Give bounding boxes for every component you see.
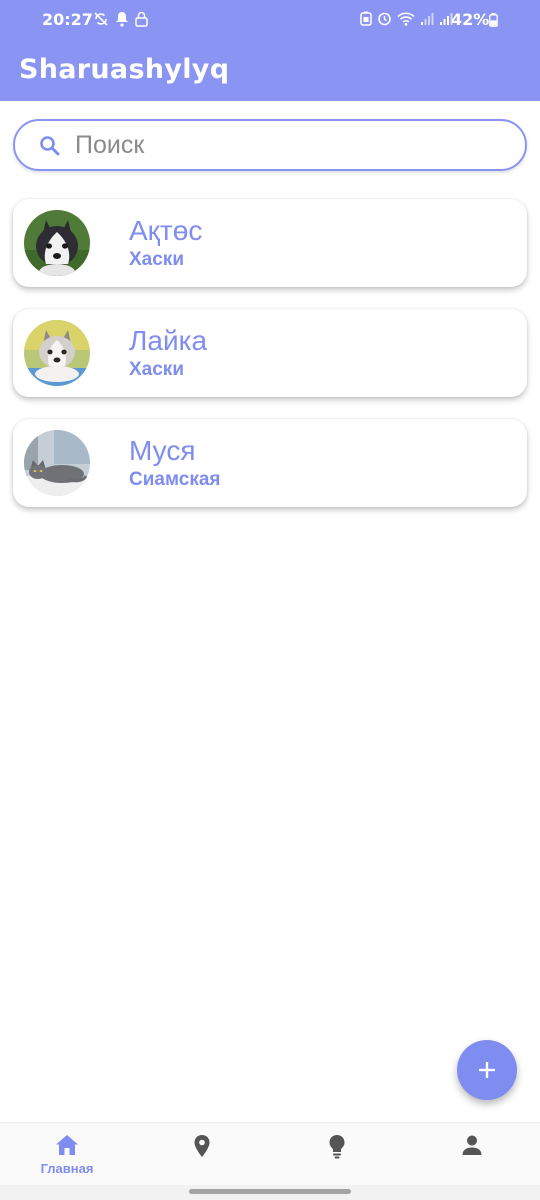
search-bar[interactable]: [13, 119, 527, 171]
husky-puppy-photo: [24, 210, 90, 276]
lock-icon: [135, 11, 148, 27]
pet-card[interactable]: Ақтөс Хаски: [13, 199, 527, 287]
pet-avatar: [24, 210, 90, 276]
lightbulb-icon: [329, 1135, 345, 1159]
pet-name: Муся: [129, 435, 196, 466]
home-icon: [56, 1135, 78, 1155]
signal-icon-sim1: [421, 12, 434, 25]
gray-cat-photo: [24, 430, 90, 496]
app-header: 20:27 42% Sharuashylyq: [0, 0, 540, 101]
nav-label-home: Главная: [40, 1161, 94, 1176]
pet-card[interactable]: Лайка Хаски: [13, 309, 527, 397]
notification-bell-icon: [116, 12, 128, 27]
pet-avatar: [24, 430, 90, 496]
alarm-icon: [378, 12, 391, 26]
status-left-icons: [93, 11, 148, 27]
app-title: Sharuashylyq: [19, 54, 230, 85]
pet-breed: Хаски: [129, 359, 184, 380]
add-pet-button[interactable]: [457, 1040, 517, 1100]
pet-name: Ақтөс: [129, 215, 203, 246]
nav-item-home[interactable]: Главная: [17, 1123, 117, 1186]
nav-item-tips[interactable]: [287, 1123, 387, 1186]
husky-puppy-white-photo: [24, 320, 90, 386]
status-time: 20:27: [42, 10, 93, 29]
search-input[interactable]: [75, 129, 505, 161]
battery-saver-icon: [360, 11, 372, 26]
status-bar: 20:27 42%: [0, 0, 540, 38]
search-icon: [40, 136, 60, 156]
pet-card[interactable]: Муся Сиамская: [13, 419, 527, 507]
person-icon: [462, 1135, 482, 1155]
status-right-icons: [360, 11, 453, 26]
gesture-navigation-area: [0, 1185, 540, 1200]
plus-icon: [479, 1062, 495, 1078]
pet-breed: Хаски: [129, 249, 184, 270]
nav-item-profile[interactable]: [422, 1123, 522, 1186]
battery-icon: [489, 13, 498, 27]
nav-item-map[interactable]: [152, 1123, 252, 1186]
pet-avatar: [24, 320, 90, 386]
pet-name: Лайка: [129, 325, 208, 356]
sync-off-icon: [94, 12, 108, 26]
wifi-icon: [397, 12, 415, 26]
location-pin-icon: [194, 1135, 210, 1157]
battery-percentage: 42%: [451, 10, 490, 29]
bottom-navigation: Главная: [0, 1122, 540, 1185]
pet-breed: Сиамская: [129, 469, 221, 490]
home-gesture-bar[interactable]: [189, 1189, 351, 1194]
